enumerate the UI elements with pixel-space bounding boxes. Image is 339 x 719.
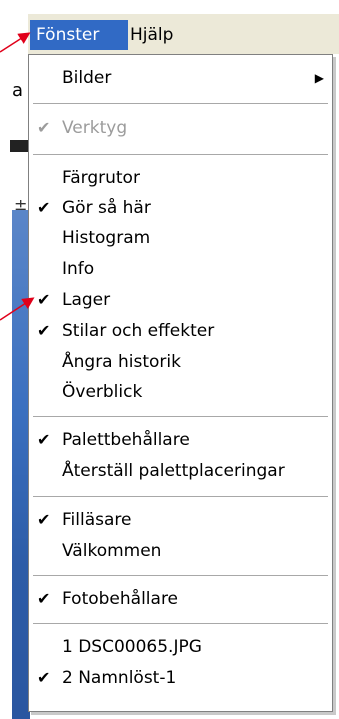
annotation-arrows [0,32,35,321]
annotation-arrow-menu [0,32,31,53]
annotation-arrow-lager [0,297,35,321]
